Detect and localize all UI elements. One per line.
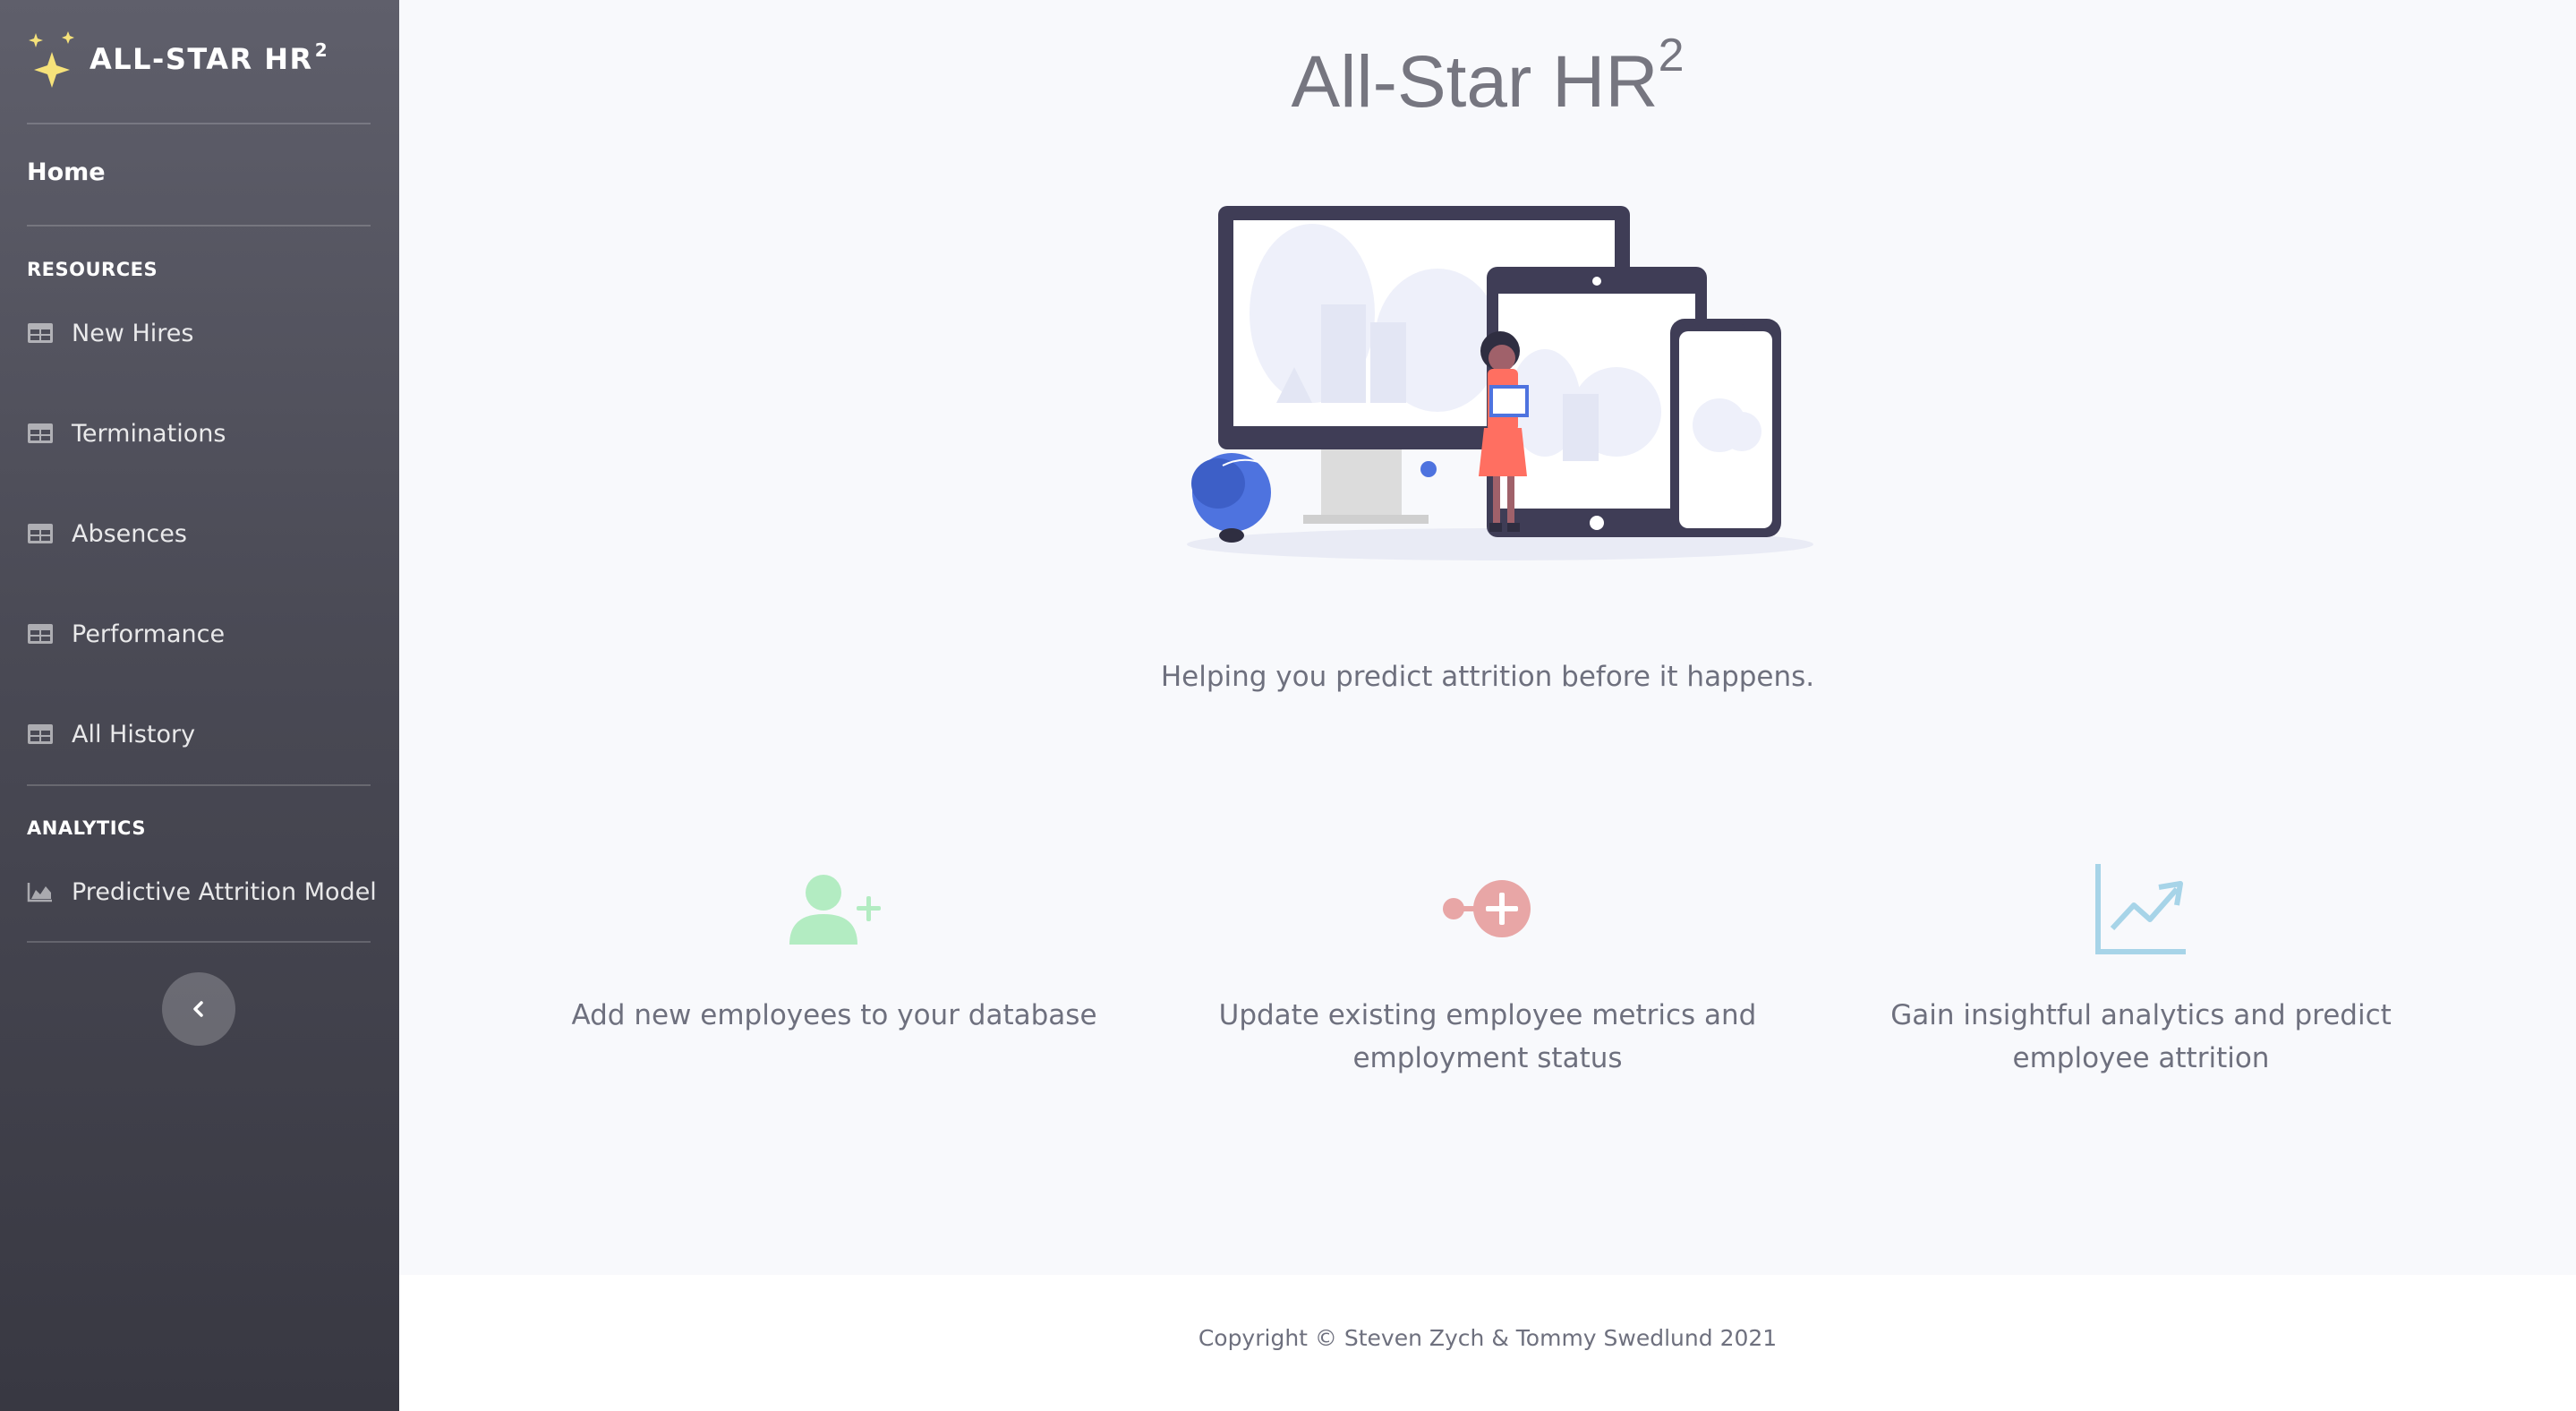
sidebar-item-label: Performance bbox=[72, 620, 226, 648]
section-heading-resources: RESOURCES bbox=[27, 259, 158, 280]
page-title-superscript: 2 bbox=[1658, 30, 1685, 81]
sidebar-item-all-history[interactable]: All History bbox=[27, 712, 195, 757]
sidebar-item-label: All History bbox=[72, 720, 196, 748]
user-plus-icon bbox=[789, 875, 881, 945]
sidebar-divider bbox=[27, 784, 371, 786]
table-icon bbox=[28, 323, 53, 343]
sidebar-divider bbox=[27, 225, 371, 227]
sidebar-toggle-button[interactable] bbox=[162, 972, 235, 1046]
sidebar-divider bbox=[27, 941, 371, 943]
sidebar-item-new-hires[interactable]: New Hires bbox=[27, 311, 193, 355]
sidebar-divider bbox=[27, 123, 371, 124]
feature-add-employees: Add new employees to your database bbox=[512, 859, 1156, 1037]
feature-update-employees: Update existing employee metrics and emp… bbox=[1165, 859, 1810, 1080]
sidebar-item-home[interactable]: Home bbox=[27, 158, 106, 186]
feature-text: Update existing employee metrics and emp… bbox=[1218, 999, 1757, 1074]
brand-name[interactable]: ALL-STAR HR 2 bbox=[90, 39, 328, 76]
main-content: All-Star HR2 Helping you predict attriti… bbox=[399, 0, 2576, 1275]
copyright-text: Copyright © Steven Zych & Tommy Swedlund… bbox=[1198, 1325, 1778, 1351]
devices-illustration bbox=[1187, 206, 1813, 560]
chart-line-icon bbox=[2095, 864, 2186, 954]
sidebar-item-performance[interactable]: Performance bbox=[27, 611, 225, 656]
table-icon bbox=[28, 524, 53, 543]
chevron-left-icon bbox=[193, 1001, 203, 1017]
brand-name-text: ALL-STAR HR bbox=[90, 42, 313, 76]
brand-link[interactable] bbox=[27, 27, 81, 98]
brand-superscript: 2 bbox=[314, 39, 329, 61]
page-title: All-Star HR2 bbox=[399, 29, 2576, 124]
table-icon bbox=[28, 423, 53, 443]
sidebar-item-label: New Hires bbox=[72, 319, 194, 347]
stars-icon bbox=[29, 30, 74, 88]
footer: Copyright © Steven Zych & Tommy Swedlund… bbox=[399, 1275, 2576, 1411]
sidebar-item-absences[interactable]: Absences bbox=[27, 511, 187, 556]
sidebar-item-predictive-attrition-model[interactable]: Predictive Attrition Model bbox=[27, 869, 377, 914]
sidebar-item-label: Terminations bbox=[72, 419, 226, 448]
table-icon bbox=[28, 624, 53, 644]
feature-text: Gain insightful analytics and predict em… bbox=[1890, 999, 2392, 1074]
update-plus-icon bbox=[1443, 880, 1531, 937]
page-title-text: All-Star HR bbox=[1291, 41, 1659, 123]
sidebar-item-label: Predictive Attrition Model bbox=[72, 877, 377, 906]
tagline: Helping you predict attrition before it … bbox=[1160, 661, 1815, 693]
section-heading-analytics: ANALYTICS bbox=[27, 817, 146, 839]
area-chart-icon bbox=[27, 883, 52, 902]
feature-analytics: Gain insightful analytics and predict em… bbox=[1819, 859, 2463, 1080]
sidebar-item-terminations[interactable]: Terminations bbox=[27, 411, 226, 456]
sidebar-item-label: Absences bbox=[72, 519, 187, 548]
sidebar: ALL-STAR HR 2 Home RESOURCES New Hires Te… bbox=[0, 0, 399, 1411]
feature-text: Add new employees to your database bbox=[571, 999, 1097, 1031]
table-icon bbox=[28, 724, 53, 744]
